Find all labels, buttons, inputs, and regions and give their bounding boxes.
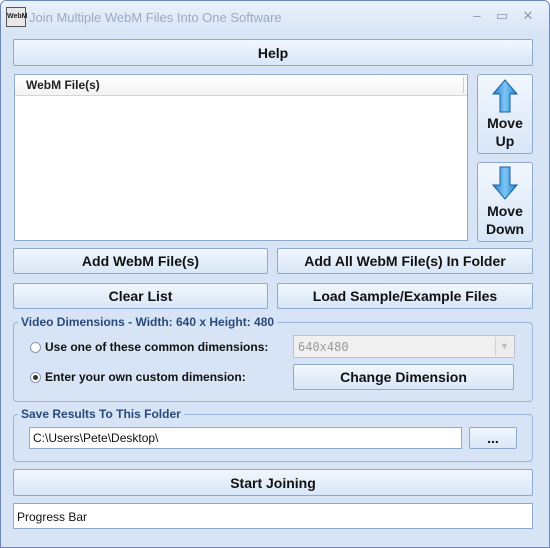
- save-folder-input[interactable]: C:\Users\Pete\Desktop\: [29, 427, 462, 449]
- video-dimensions-group: [13, 322, 533, 402]
- save-folder-path: C:\Users\Pete\Desktop\: [33, 431, 159, 445]
- clear-list-button-label: Clear List: [108, 288, 173, 304]
- add-folder-button-label: Add All WebM File(s) In Folder: [304, 253, 506, 269]
- browse-button[interactable]: ...: [469, 427, 517, 449]
- maximize-icon[interactable]: ▭: [491, 7, 513, 25]
- minimize-icon[interactable]: ‒: [466, 7, 488, 25]
- add-files-button[interactable]: Add WebM File(s): [13, 248, 268, 274]
- add-folder-button[interactable]: Add All WebM File(s) In Folder: [277, 248, 533, 274]
- move-down-label-2: Down: [485, 221, 525, 237]
- arrow-up-icon: [492, 79, 518, 113]
- move-up-label-2: Up: [495, 133, 515, 149]
- arrow-down-icon: [492, 166, 518, 200]
- window-title: Join Multiple WebM Files Into One Softwa…: [29, 10, 282, 25]
- app-window: WebM Join Multiple WebM Files Into One S…: [0, 0, 550, 548]
- start-joining-button[interactable]: Start Joining: [13, 469, 533, 496]
- column-separator: [463, 77, 464, 93]
- common-dimensions-value: 640x480: [298, 340, 349, 354]
- move-down-button[interactable]: Move Down: [477, 162, 533, 242]
- clear-list-button[interactable]: Clear List: [13, 283, 268, 309]
- chevron-down-icon[interactable]: ▼: [495, 337, 513, 356]
- move-up-label-1: Move: [487, 115, 523, 131]
- load-sample-button-label: Load Sample/Example Files: [312, 288, 498, 304]
- close-icon[interactable]: ✕: [517, 7, 539, 25]
- add-files-button-label: Add WebM File(s): [81, 253, 200, 269]
- custom-dimension-label: Enter your own custom dimension:: [45, 370, 246, 384]
- file-list[interactable]: WebM File(s): [14, 74, 468, 241]
- file-list-column-header: WebM File(s): [26, 78, 100, 92]
- start-joining-button-label: Start Joining: [230, 474, 316, 491]
- title-bar: WebM Join Multiple WebM Files Into One S…: [1, 1, 549, 35]
- change-dimension-button-label: Change Dimension: [340, 369, 467, 385]
- save-folder-title: Save Results To This Folder: [18, 407, 184, 421]
- change-dimension-button[interactable]: Change Dimension: [293, 364, 514, 390]
- browse-button-label: ...: [487, 430, 499, 446]
- common-dimensions-label: Use one of these common dimensions:: [45, 340, 269, 354]
- help-button[interactable]: Help: [13, 39, 533, 66]
- load-sample-button[interactable]: Load Sample/Example Files: [277, 283, 533, 309]
- progress-bar: Progress Bar: [13, 503, 533, 529]
- help-button-label: Help: [257, 44, 289, 61]
- move-up-button[interactable]: Move Up: [477, 74, 533, 154]
- common-dimensions-select[interactable]: 640x480 ▼: [293, 335, 515, 358]
- move-down-label-1: Move: [487, 203, 523, 219]
- file-list-header[interactable]: WebM File(s): [15, 75, 467, 96]
- app-icon: WebM: [6, 7, 27, 27]
- common-dimensions-radio[interactable]: [30, 342, 41, 353]
- progress-bar-label: Progress Bar: [17, 510, 88, 524]
- video-dimensions-title: Video Dimensions - Width: 640 x Height: …: [18, 315, 278, 329]
- custom-dimension-radio[interactable]: [30, 372, 41, 383]
